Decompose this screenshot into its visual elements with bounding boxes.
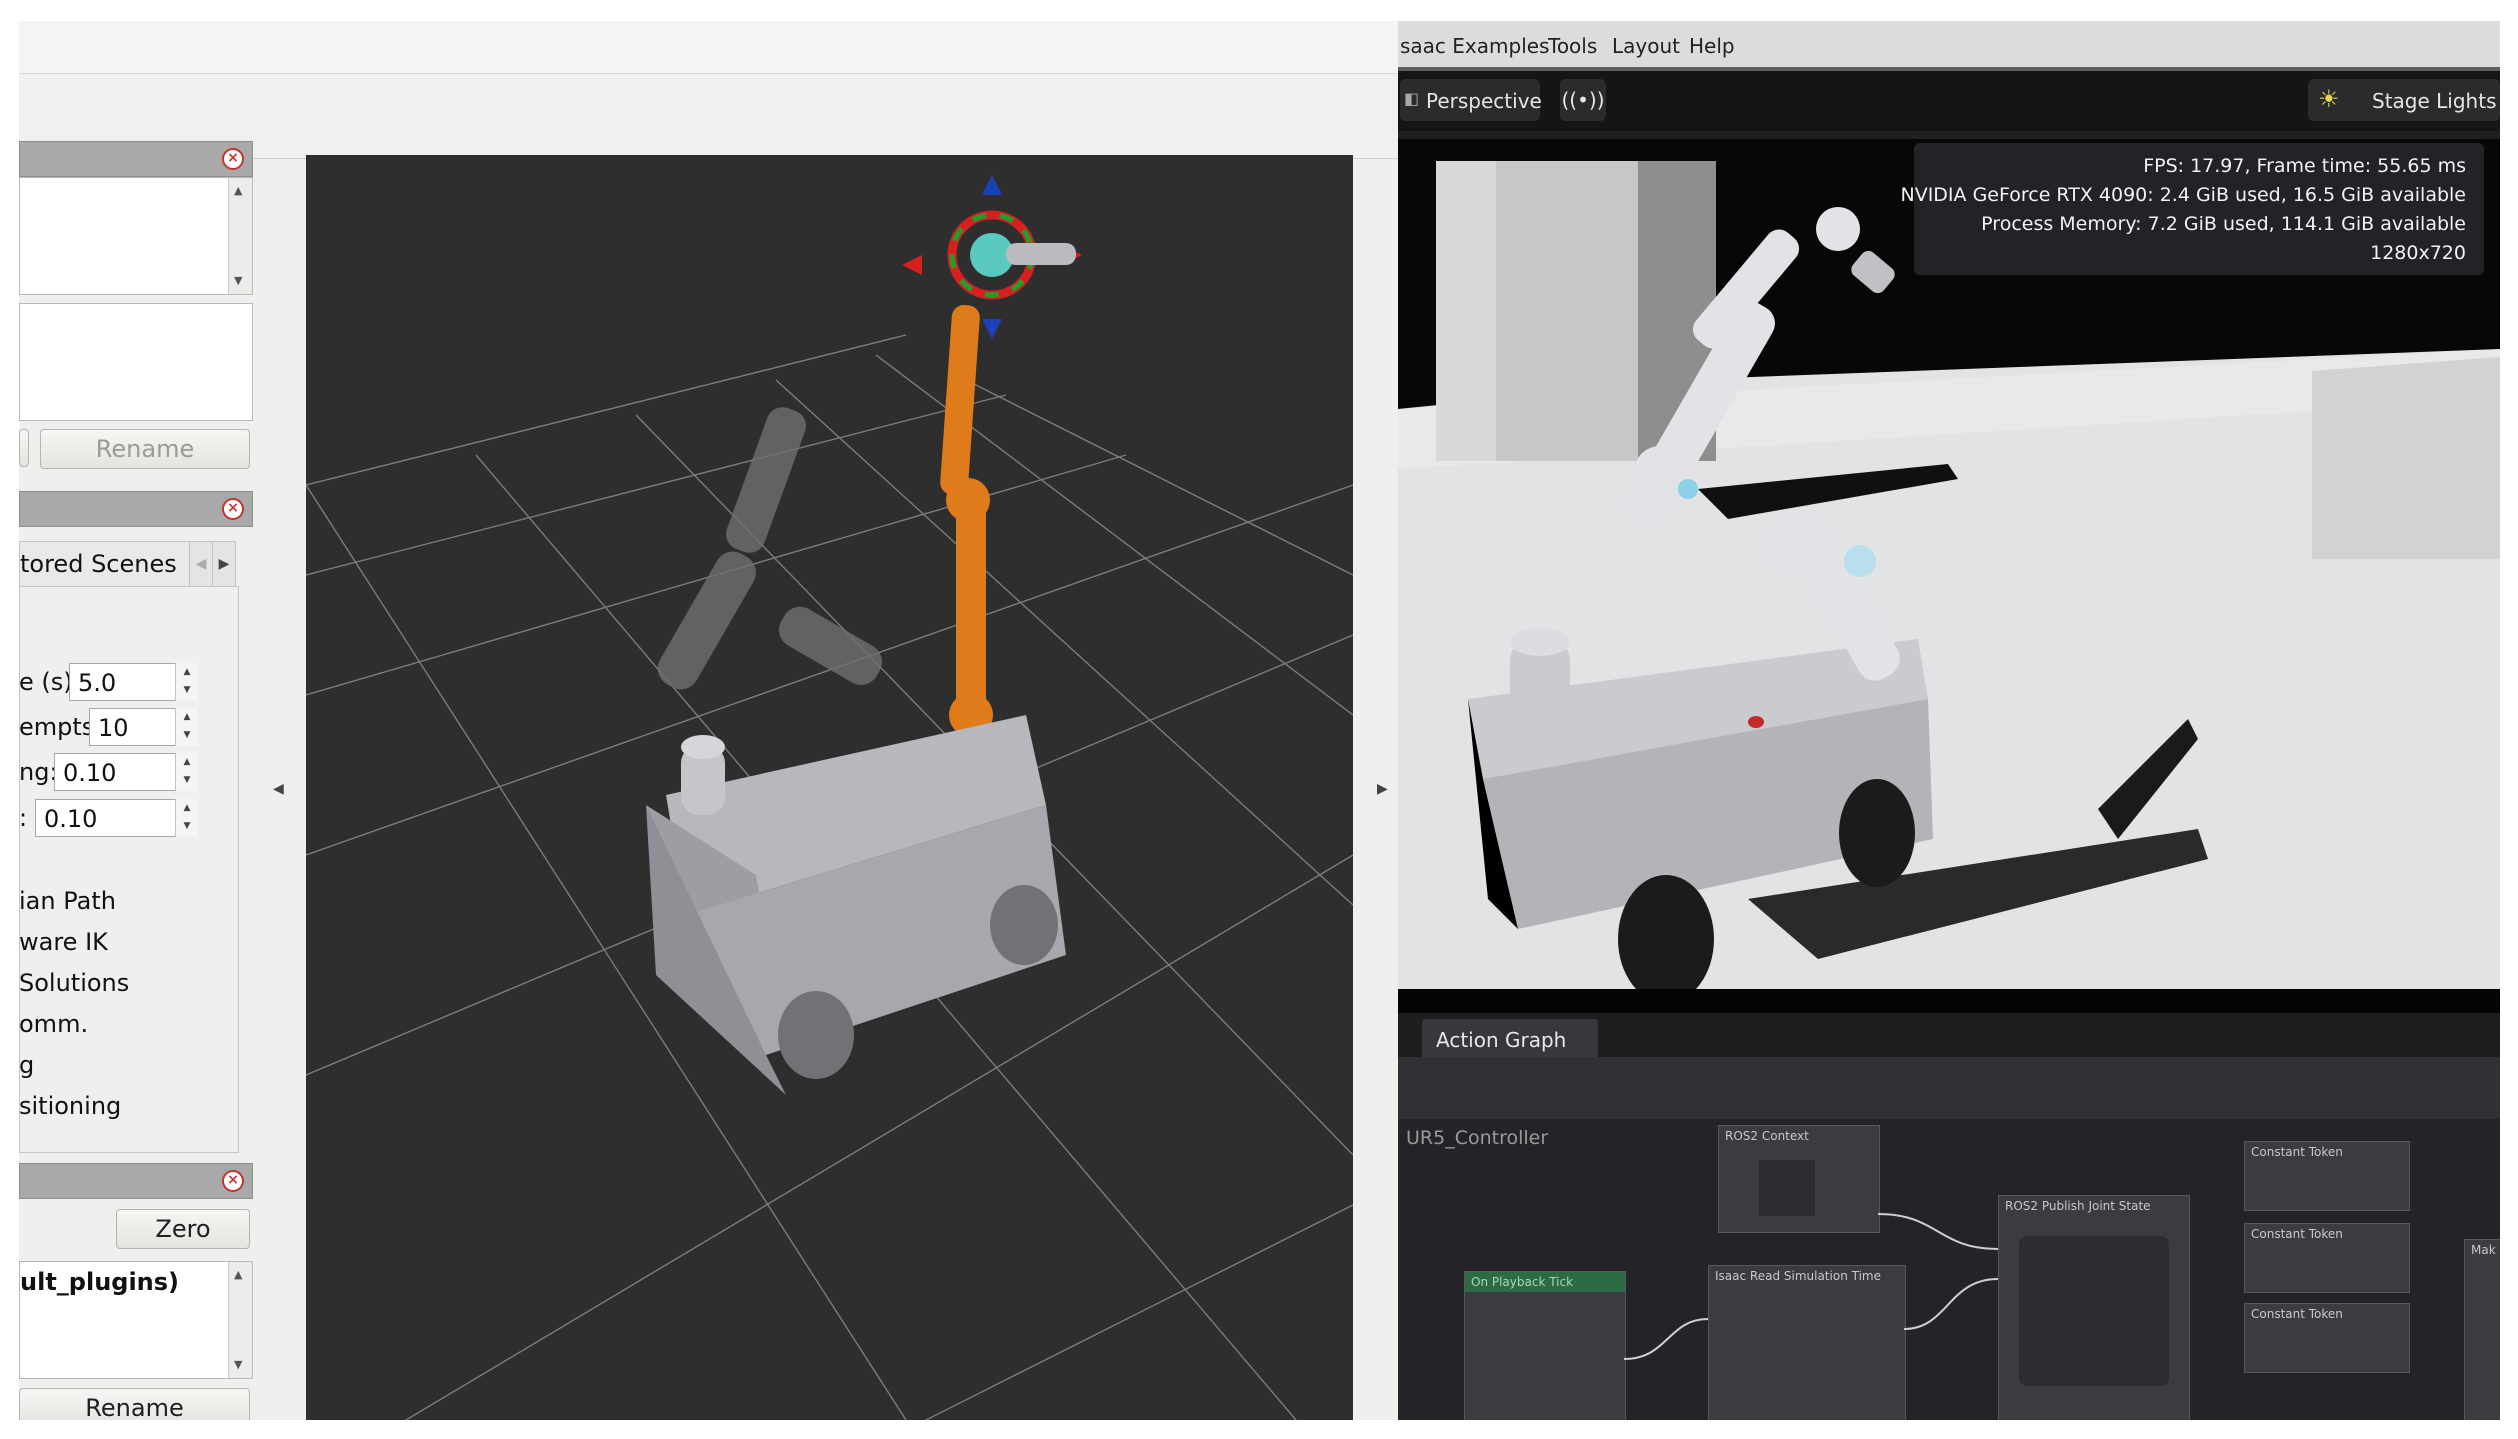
graph-tabbar: Action Graph bbox=[1398, 1013, 2500, 1057]
option-external-comm[interactable]: omm. bbox=[19, 1010, 88, 1038]
joints-panel-title: × bbox=[19, 1163, 253, 1199]
option-collision-aware-ik[interactable]: ware IK bbox=[19, 928, 108, 956]
planning-panel-title: × bbox=[19, 491, 253, 527]
isaac-menubar: saac Examples Tools Layout Help bbox=[1398, 21, 2500, 67]
stage-lights-button[interactable]: ☀ Stage Lights bbox=[2308, 79, 2500, 121]
rename-button-2[interactable]: Rename bbox=[19, 1388, 250, 1420]
spinbox-arrows-icon[interactable]: ▲ ▼ bbox=[175, 753, 198, 791]
tab-scroll-left-icon[interactable]: ◀ bbox=[189, 541, 213, 587]
viewport-footer bbox=[1398, 989, 2500, 1013]
collapse-left-icon[interactable]: ◀ bbox=[273, 781, 284, 797]
perspective-label: Perspective bbox=[1426, 89, 1542, 113]
close-icon[interactable]: × bbox=[222, 1170, 244, 1192]
acceleration-scaling-input[interactable]: 0.10 bbox=[35, 799, 197, 837]
close-icon[interactable]: × bbox=[222, 148, 244, 170]
scroll-up-icon[interactable]: ▲ bbox=[234, 1268, 242, 1281]
option-cartesian-path[interactable]: ian Path bbox=[19, 887, 116, 915]
spinbox-arrows-icon[interactable]: ▲ ▼ bbox=[175, 663, 198, 701]
scene-details-box bbox=[19, 303, 253, 421]
param-label: : bbox=[19, 804, 28, 832]
menu-tools[interactable]: Tools bbox=[1548, 34, 1597, 58]
graph-canvas[interactable]: UR5_Controller ROS2 Context On Playback … bbox=[1398, 1119, 2500, 1420]
close-icon[interactable]: × bbox=[222, 498, 244, 520]
menu-layout[interactable]: Layout bbox=[1612, 34, 1680, 58]
tab-action-graph[interactable]: Action Graph bbox=[1422, 1019, 1598, 1057]
menu-help[interactable]: Help bbox=[1689, 34, 1735, 58]
camera-icon: ◧ bbox=[1404, 89, 1420, 108]
plugins-item[interactable]: ult_plugins) bbox=[20, 1268, 179, 1296]
collapse-right-icon[interactable]: ▶ bbox=[1377, 781, 1388, 797]
memory-stat: Process Memory: 7.2 GiB used, 114.1 GiB … bbox=[1981, 213, 2466, 235]
param-label: ng: bbox=[19, 758, 58, 786]
rviz-menubar bbox=[19, 21, 1398, 74]
scenes-panel-title: × bbox=[19, 141, 253, 177]
broadcast-icon[interactable]: ((•)) bbox=[1560, 79, 1606, 121]
rename-button[interactable]: Rename bbox=[40, 429, 250, 469]
option-approx-ik-solutions[interactable]: Solutions bbox=[19, 969, 129, 997]
scroll-down-icon[interactable]: ▼ bbox=[234, 1358, 242, 1371]
partial-button[interactable] bbox=[19, 429, 29, 467]
fps-stat: FPS: 17.97, Frame time: 55.65 ms bbox=[2143, 155, 2466, 177]
option-sensor-positioning[interactable]: sitioning bbox=[19, 1092, 121, 1120]
viewport-toolbar: ◧ Perspective ((•)) ☀ Stage Lights bbox=[1398, 71, 2500, 131]
graph-connections bbox=[1623, 1213, 1999, 1360]
scenes-list[interactable]: ▲ ▼ bbox=[19, 177, 253, 295]
scrollbar[interactable]: ▲ ▼ bbox=[228, 1262, 252, 1378]
tab-scroll-right-icon[interactable]: ▶ bbox=[212, 541, 236, 587]
rviz-scene-graphic bbox=[306, 175, 1353, 1420]
tab-label: Action Graph bbox=[1436, 1028, 1567, 1052]
perspective-button[interactable]: ◧ Perspective bbox=[1400, 79, 1542, 121]
graph-toolbar bbox=[1398, 1057, 2500, 1119]
gpu-stat: NVIDIA GeForce RTX 4090: 2.4 GiB used, 1… bbox=[1900, 184, 2466, 206]
spinbox-arrows-icon[interactable]: ▲ ▼ bbox=[175, 799, 198, 837]
rviz-window: × ▲ ▼ Rename × tored Scenes ◀ ▶ e (s): 5… bbox=[19, 21, 1398, 1420]
action-graph-panel: Action Graph UR5_Controller ROS2 Context… bbox=[1398, 1013, 2500, 1420]
tab-label: tored Scenes bbox=[20, 550, 177, 578]
isaac-sim-window: saac Examples Tools Layout Help ◧ Perspe… bbox=[1398, 21, 2500, 1420]
plugins-list[interactable]: ult_plugins) ▲ ▼ bbox=[19, 1261, 253, 1379]
zero-button[interactable]: Zero bbox=[116, 1209, 250, 1249]
sun-icon: ☀ bbox=[2318, 85, 2340, 113]
resolution-stat: 1280x720 bbox=[2370, 242, 2466, 264]
stats-overlay: FPS: 17.97, Frame time: 55.65 ms NVIDIA … bbox=[1900, 143, 2484, 275]
isaac-viewport[interactable]: FPS: 17.97, Frame time: 55.65 ms NVIDIA … bbox=[1398, 139, 2500, 989]
option-replanning[interactable]: g bbox=[19, 1051, 34, 1079]
menu-isaac-examples[interactable]: saac Examples bbox=[1400, 34, 1549, 58]
scroll-up-icon[interactable]: ▲ bbox=[234, 184, 242, 197]
scroll-down-icon[interactable]: ▼ bbox=[234, 274, 242, 287]
stage-lights-label: Stage Lights bbox=[2372, 89, 2497, 113]
scrollbar[interactable]: ▲ ▼ bbox=[228, 178, 252, 294]
spinbox-arrows-icon[interactable]: ▲ ▼ bbox=[175, 708, 198, 746]
rviz-3d-viewport[interactable] bbox=[306, 155, 1353, 1420]
